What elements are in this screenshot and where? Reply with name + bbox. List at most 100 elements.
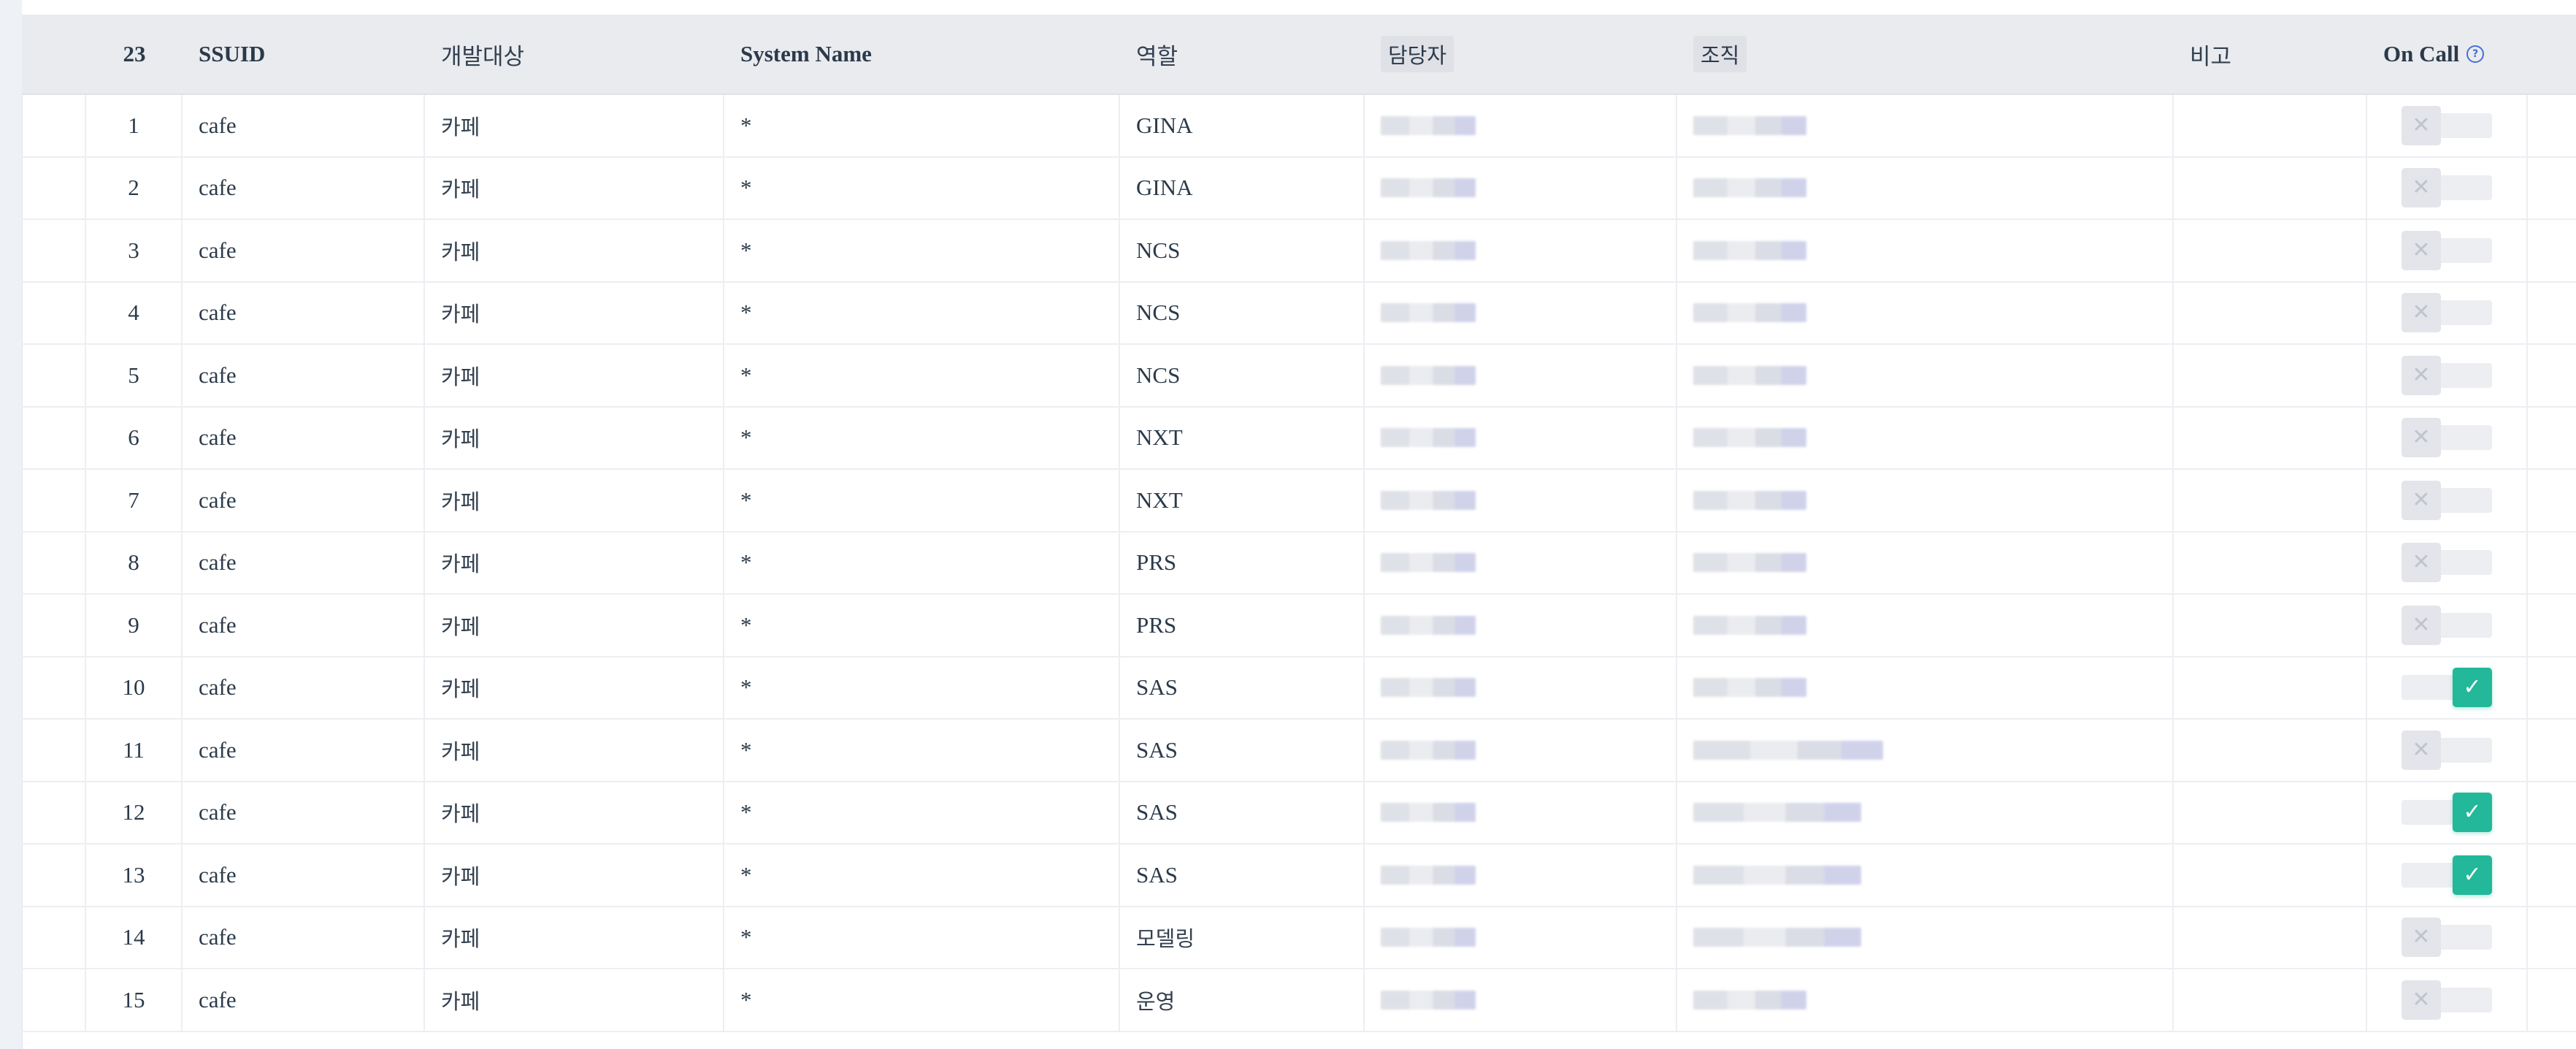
on-call-toggle[interactable]: ✓ xyxy=(2401,793,2492,833)
on-call-toggle[interactable]: ✕ xyxy=(2401,418,2492,458)
on-call-toggle[interactable]: ✓ xyxy=(2401,855,2492,895)
row-note[interactable] xyxy=(2174,720,2367,781)
header-org-cell[interactable]: 조직 xyxy=(1677,15,2174,94)
table-row[interactable]: 3 cafe 카페 * NCS ✕ xyxy=(22,220,2576,283)
header-role[interactable]: 역할 xyxy=(1120,15,1365,94)
row-ssuid: cafe xyxy=(183,657,425,718)
help-icon[interactable]: ? xyxy=(2466,45,2485,63)
on-call-toggle[interactable]: ✕ xyxy=(2401,730,2492,770)
row-select-cell[interactable] xyxy=(22,782,86,843)
row-note[interactable] xyxy=(2174,157,2367,218)
row-note[interactable] xyxy=(2174,907,2367,968)
row-number: 9 xyxy=(86,595,183,656)
toggle-knob[interactable]: ✕ xyxy=(2401,543,2441,583)
toggle-knob[interactable]: ✓ xyxy=(2453,668,2492,708)
table-row[interactable]: 1 cafe 카페 * GINA ✕ xyxy=(22,95,2576,158)
table-row[interactable]: 14 cafe 카페 * 모델링 ✕ xyxy=(22,907,2576,969)
on-call-toggle[interactable]: ✕ xyxy=(2401,293,2492,333)
on-call-toggle[interactable]: ✕ xyxy=(2401,918,2492,958)
table-row[interactable]: 8 cafe 카페 * PRS ✕ xyxy=(22,532,2576,595)
on-call-toggle[interactable]: ✕ xyxy=(2401,480,2492,520)
table-row[interactable]: 4 cafe 카페 * NCS ✕ xyxy=(22,282,2576,345)
table-row[interactable]: 6 cafe 카페 * NXT ✕ xyxy=(22,407,2576,470)
on-call-toggle[interactable]: ✓ xyxy=(2401,668,2492,708)
header-on-call-cell[interactable]: On Call ? xyxy=(2367,15,2528,94)
row-note[interactable] xyxy=(2174,282,2367,343)
row-select-cell[interactable] xyxy=(22,157,86,218)
row-trailing-cell xyxy=(2528,533,2576,594)
on-call-toggle[interactable]: ✕ xyxy=(2401,168,2492,208)
row-select-cell[interactable] xyxy=(22,907,86,968)
row-trailing-cell xyxy=(2528,907,2576,969)
toggle-knob[interactable]: ✕ xyxy=(2401,480,2441,520)
table-row[interactable]: 11 cafe 카페 * SAS ✕ xyxy=(22,720,2576,782)
header-system-name[interactable]: System Name xyxy=(724,15,1120,94)
toggle-knob[interactable]: ✓ xyxy=(2453,793,2492,833)
row-note[interactable] xyxy=(2174,95,2367,156)
row-select-cell[interactable] xyxy=(22,720,86,781)
redacted-org xyxy=(1693,740,1883,760)
row-note[interactable] xyxy=(2174,220,2367,281)
row-select-cell[interactable] xyxy=(22,969,86,1031)
table-row[interactable]: 12 cafe 카페 * SAS ✓ xyxy=(22,782,2576,844)
redacted-org xyxy=(1693,365,1806,385)
row-note[interactable] xyxy=(2174,470,2367,531)
row-note[interactable] xyxy=(2174,782,2367,843)
toggle-knob[interactable]: ✕ xyxy=(2401,355,2441,395)
on-call-toggle[interactable]: ✕ xyxy=(2401,355,2492,395)
toggle-knob[interactable]: ✓ xyxy=(2453,855,2492,895)
row-system-name: * xyxy=(724,969,1120,1031)
row-dev-target: 카페 xyxy=(425,782,724,843)
toggle-knob[interactable]: ✕ xyxy=(2401,105,2441,145)
table-row[interactable]: 10 cafe 카페 * SAS ✓ xyxy=(22,657,2576,720)
row-note[interactable] xyxy=(2174,657,2367,718)
row-ssuid: cafe xyxy=(183,470,425,531)
toggle-knob[interactable]: ✕ xyxy=(2401,418,2441,458)
toggle-knob[interactable]: ✕ xyxy=(2401,293,2441,333)
row-note[interactable] xyxy=(2174,532,2367,593)
header-owner-cell[interactable]: 담당자 xyxy=(1365,15,1677,94)
redacted-org xyxy=(1693,803,1861,823)
row-role: SAS xyxy=(1120,720,1365,781)
toggle-knob[interactable]: ✕ xyxy=(2401,980,2441,1020)
table-row[interactable]: 13 cafe 카페 * SAS ✓ xyxy=(22,844,2576,907)
row-select-cell[interactable] xyxy=(22,532,86,593)
toggle-knob[interactable]: ✕ xyxy=(2401,230,2441,270)
toggle-knob[interactable]: ✕ xyxy=(2401,605,2441,645)
row-select-cell[interactable] xyxy=(22,595,86,656)
row-note[interactable] xyxy=(2174,844,2367,906)
on-call-toggle[interactable]: ✕ xyxy=(2401,543,2492,583)
header-dev-target[interactable]: 개발대상 xyxy=(425,15,724,94)
row-select-cell[interactable] xyxy=(22,282,86,343)
table-row[interactable]: 7 cafe 카페 * NXT ✕ xyxy=(22,470,2576,533)
table-row[interactable]: 2 cafe 카페 * GINA ✕ xyxy=(22,157,2576,220)
row-select-cell[interactable] xyxy=(22,407,86,468)
table-row[interactable]: 9 cafe 카페 * PRS ✕ xyxy=(22,595,2576,657)
toggle-knob[interactable]: ✕ xyxy=(2401,918,2441,958)
row-note[interactable] xyxy=(2174,969,2367,1031)
row-note[interactable] xyxy=(2174,345,2367,406)
row-select-cell[interactable] xyxy=(22,345,86,406)
row-select-cell[interactable] xyxy=(22,220,86,281)
header-note[interactable]: 비고 xyxy=(2174,15,2367,94)
redacted-owner xyxy=(1381,803,1476,823)
row-select-cell[interactable] xyxy=(22,657,86,718)
table-row[interactable]: 15 cafe 카페 * 운영 ✕ xyxy=(22,969,2576,1032)
row-select-cell[interactable] xyxy=(22,95,86,156)
row-system-name: * xyxy=(724,844,1120,906)
row-note[interactable] xyxy=(2174,407,2367,468)
table-row[interactable]: 5 cafe 카페 * NCS ✕ xyxy=(22,345,2576,408)
on-call-toggle[interactable]: ✕ xyxy=(2401,230,2492,270)
on-call-toggle[interactable]: ✕ xyxy=(2401,105,2492,145)
row-select-cell[interactable] xyxy=(22,844,86,906)
header-ssuid[interactable]: SSUID xyxy=(183,15,425,94)
row-select-cell[interactable] xyxy=(22,470,86,531)
row-ssuid: cafe xyxy=(183,907,425,968)
on-call-toggle[interactable]: ✕ xyxy=(2401,605,2492,645)
close-icon: ✕ xyxy=(2412,424,2431,451)
row-note[interactable] xyxy=(2174,595,2367,656)
on-call-toggle[interactable]: ✕ xyxy=(2401,980,2492,1020)
close-icon: ✕ xyxy=(2412,487,2431,513)
toggle-knob[interactable]: ✕ xyxy=(2401,730,2441,770)
toggle-knob[interactable]: ✕ xyxy=(2401,168,2441,208)
